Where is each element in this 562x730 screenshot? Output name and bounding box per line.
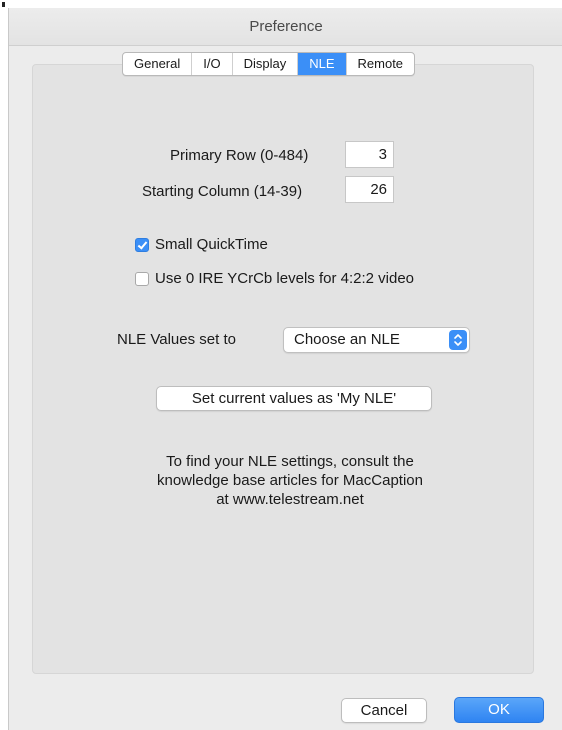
primary-row-field[interactable]: 3 (345, 141, 394, 168)
zero-ire-checkbox[interactable] (135, 271, 149, 286)
ok-button[interactable]: OK (454, 697, 544, 723)
starting-column-field[interactable]: 26 (345, 176, 394, 203)
cancel-button[interactable]: Cancel (341, 698, 427, 723)
preference-tabs: General I/O Display NLE Remote (122, 52, 416, 76)
tab-nle[interactable]: NLE (298, 53, 347, 75)
starting-column-label: Starting Column (14-39) (142, 183, 303, 200)
nle-help-text: To find your NLE settings, consult the k… (40, 452, 540, 509)
tab-general[interactable]: General (123, 53, 193, 75)
tab-io[interactable]: I/O (192, 53, 233, 75)
primary-row-label: Primary Row (0-484) (170, 147, 309, 164)
nle-select-value: Choose an NLE (294, 331, 400, 348)
title-bar[interactable]: Preference (9, 8, 562, 46)
tab-remote[interactable]: Remote (347, 53, 415, 75)
help-line-3: at www.telestream.net (216, 491, 364, 508)
window-corner-mark (2, 2, 5, 7)
select-arrows-icon (449, 330, 467, 350)
tab-display[interactable]: Display (233, 53, 299, 75)
window-title: Preference (249, 18, 323, 35)
nle-values-label: NLE Values set to (117, 331, 236, 348)
nle-select[interactable]: Choose an NLE (283, 327, 470, 353)
help-line-2: knowledge base articles for MacCaption (157, 472, 423, 489)
small-quicktime-label: Small QuickTime (155, 236, 268, 253)
help-line-1: To find your NLE settings, consult the (166, 453, 414, 470)
small-quicktime-option[interactable]: Small QuickTime (135, 236, 268, 253)
set-my-nle-button[interactable]: Set current values as 'My NLE' (156, 386, 432, 411)
zero-ire-label: Use 0 IRE YCrCb levels for 4:2:2 video (155, 270, 415, 287)
zero-ire-option[interactable]: Use 0 IRE YCrCb levels for 4:2:2 video (135, 270, 414, 287)
small-quicktime-checkbox[interactable] (135, 237, 149, 252)
